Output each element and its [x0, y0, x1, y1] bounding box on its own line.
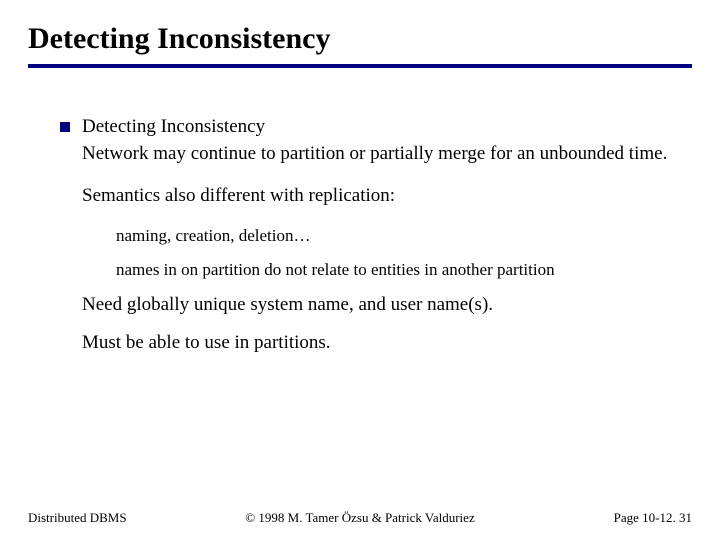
body-line-2: Semantics also different with replicatio…: [82, 184, 682, 208]
bullet-heading: Detecting Inconsistency: [82, 116, 265, 138]
square-bullet-icon: [60, 122, 70, 132]
sub-line-1: naming, creation, deletion…: [116, 226, 682, 246]
bullet-item: Detecting Inconsistency: [60, 116, 682, 138]
slide: Detecting Inconsistency Detecting Incons…: [0, 0, 720, 540]
sub-line-2: names in on partition do not relate to e…: [116, 260, 682, 280]
title-rule: [28, 64, 692, 68]
slide-title: Detecting Inconsistency: [28, 22, 692, 56]
body-line-4: Must be able to use in partitions.: [82, 332, 682, 354]
footer-right: Page 10-12. 31: [614, 510, 692, 526]
content-area: Detecting Inconsistency Network may cont…: [28, 116, 692, 354]
body-line-1: Network may continue to partition or par…: [82, 142, 682, 166]
body-line-3: Need globally unique system name, and us…: [82, 294, 682, 316]
footer: Distributed DBMS © 1998 M. Tamer Özsu & …: [0, 510, 720, 526]
footer-left: Distributed DBMS: [28, 510, 127, 526]
